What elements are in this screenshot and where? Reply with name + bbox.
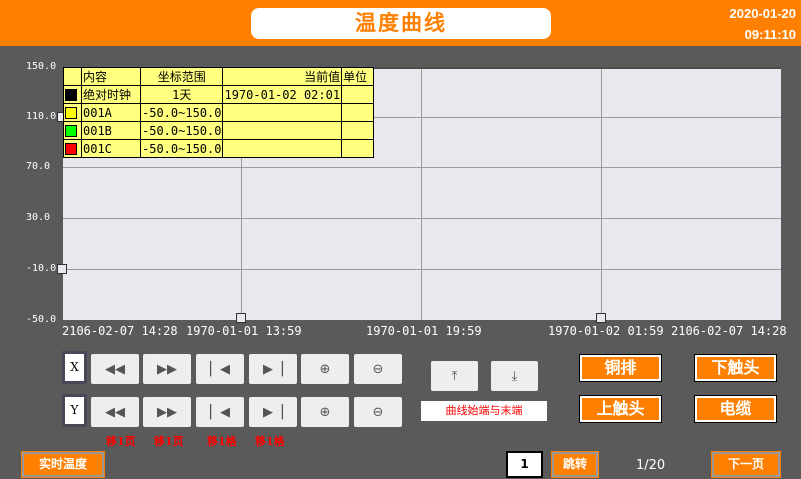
x-tick: 2106-02-07 14:28	[62, 324, 178, 338]
x-step-forward-button[interactable]: ▶▕	[249, 354, 297, 384]
lower-contact-button[interactable]: 下触头	[694, 354, 777, 382]
hint-label: 移1页	[106, 435, 136, 448]
arrow-to-top-icon: ⤒	[451, 368, 458, 384]
upper-contact-button[interactable]: 上触头	[579, 395, 662, 423]
y-tick: 30.0	[26, 212, 51, 223]
y-tick: 150.0	[26, 61, 57, 72]
x-page-forward-button[interactable]: ▶▶	[143, 354, 191, 384]
cable-button[interactable]: 电缆	[694, 395, 777, 423]
x-zoom-in-button[interactable]: ⊕	[301, 354, 349, 384]
curve-start-button[interactable]: ⤒	[431, 361, 478, 391]
zoom-in-icon: ⊕	[319, 361, 331, 377]
y-page-forward-button[interactable]: ▶▶	[143, 397, 191, 427]
legend-row: 001C -50.0~150.0	[63, 139, 375, 158]
x-tick: 1970-01-01 19:59	[366, 324, 482, 338]
x-axis-label: X	[62, 351, 87, 384]
x-cursor-handle[interactable]	[236, 313, 246, 323]
zoom-out-icon: ⊖	[372, 361, 384, 377]
y-step-back-button[interactable]: ▏◀	[196, 397, 244, 427]
y-axis-label: Y	[62, 394, 87, 427]
time: 09:11:10	[744, 27, 796, 42]
y-zoom-in-button[interactable]: ⊕	[301, 397, 349, 427]
x-tick: 1970-01-02 01:59	[548, 324, 664, 338]
realtime-temp-button[interactable]: 实时温度	[21, 451, 105, 478]
zoom-out-icon: ⊖	[372, 404, 384, 420]
y-tick: 110.0	[26, 111, 57, 122]
x-page-back-button[interactable]: ◀◀	[91, 354, 139, 384]
y-cursor-handle[interactable]	[57, 264, 67, 274]
x-zoom-out-button[interactable]: ⊖	[354, 354, 402, 384]
y-page-back-button[interactable]: ◀◀	[91, 397, 139, 427]
x-tick: 1970-01-01 13:59	[186, 324, 302, 338]
page-input[interactable]: 1	[506, 451, 543, 478]
y-step-forward-button[interactable]: ▶▕	[249, 397, 297, 427]
hint-label: 移1格	[255, 435, 285, 448]
legend-row: 001B -50.0~150.0	[63, 121, 375, 140]
hint-label: 移1格	[207, 435, 237, 448]
hint-label: 移1页	[154, 435, 184, 448]
legend-row: 绝对时钟 1天 1970-01-02 02:01	[63, 85, 375, 104]
x-cursor-handle[interactable]	[596, 313, 606, 323]
page-indicator: 1/20	[636, 458, 666, 473]
curve-ends-label: 曲线始端与末端	[421, 401, 547, 421]
y-tick: -10.0	[26, 263, 57, 274]
legend-row: 001A -50.0~150.0	[63, 103, 375, 122]
date: 2020-01-20	[729, 6, 797, 21]
zoom-in-icon: ⊕	[319, 404, 331, 420]
y-tick: 70.0	[26, 161, 51, 172]
jump-button[interactable]: 跳转	[551, 451, 599, 478]
x-tick: 2106-02-07 14:28	[671, 324, 787, 338]
y-tick: -50.0	[26, 314, 57, 325]
page-title: 温度曲线	[251, 8, 551, 39]
next-page-button[interactable]: 下一页	[711, 451, 781, 478]
legend-table: 内容 坐标范围 当前值 单位 绝对时钟 1天 1970-01-02 02:01 001A -…	[63, 67, 375, 158]
x-step-back-button[interactable]: ▏◀	[196, 354, 244, 384]
arrow-to-bottom-icon: ⤓	[511, 368, 518, 384]
y-zoom-out-button[interactable]: ⊖	[354, 397, 402, 427]
curve-end-button[interactable]: ⤓	[491, 361, 538, 391]
copper-bar-button[interactable]: 铜排	[579, 354, 662, 382]
